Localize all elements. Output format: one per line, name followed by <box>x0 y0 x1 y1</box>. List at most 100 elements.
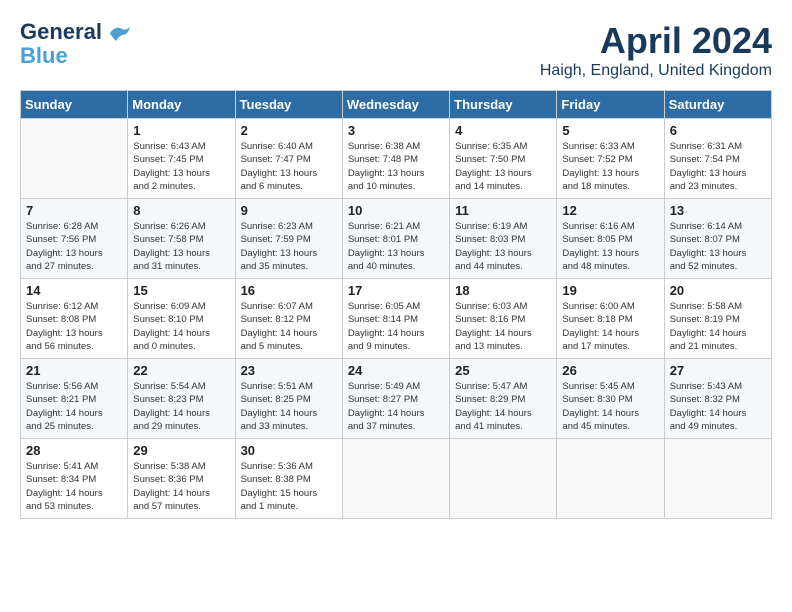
day-info: Sunrise: 5:43 AMSunset: 8:32 PMDaylight:… <box>670 380 766 433</box>
day-number: 5 <box>562 123 658 138</box>
day-number: 29 <box>133 443 229 458</box>
calendar-cell <box>21 119 128 199</box>
calendar-cell <box>342 439 449 519</box>
calendar-cell: 23 Sunrise: 5:51 AMSunset: 8:25 PMDayligh… <box>235 359 342 439</box>
calendar-cell: 1 Sunrise: 6:43 AMSunset: 7:45 PMDaylight… <box>128 119 235 199</box>
day-info: Sunrise: 6:28 AMSunset: 7:56 PMDaylight:… <box>26 220 122 273</box>
calendar-table: SundayMondayTuesdayWednesdayThursdayFrid… <box>20 90 772 519</box>
calendar-cell: 26 Sunrise: 5:45 AMSunset: 8:30 PMDayligh… <box>557 359 664 439</box>
calendar-cell: 13Sunrise: 6:14 AMSunset: 8:07 PMDayligh… <box>664 199 771 279</box>
calendar-cell: 7 Sunrise: 6:28 AMSunset: 7:56 PMDaylight… <box>21 199 128 279</box>
day-number: 18 <box>455 283 551 298</box>
day-info: Sunrise: 6:00 AMSunset: 8:18 PMDaylight:… <box>562 300 658 353</box>
day-number: 21 <box>26 363 122 378</box>
calendar-cell <box>450 439 557 519</box>
day-info: Sunrise: 6:12 AMSunset: 8:08 PMDaylight:… <box>26 300 122 353</box>
day-number: 15 <box>133 283 229 298</box>
day-number: 24 <box>348 363 444 378</box>
month-title: April 2024 <box>540 20 772 62</box>
day-info: Sunrise: 5:58 AMSunset: 8:19 PMDaylight:… <box>670 300 766 353</box>
calendar-cell: 11 Sunrise: 6:19 AMSunset: 8:03 PMDayligh… <box>450 199 557 279</box>
calendar-cell: 28Sunrise: 5:41 AMSunset: 8:34 PMDayligh… <box>21 439 128 519</box>
day-number: 9 <box>241 203 337 218</box>
day-number: 16 <box>241 283 337 298</box>
calendar-cell: 27 Sunrise: 5:43 AMSunset: 8:32 PMDayligh… <box>664 359 771 439</box>
day-info: Sunrise: 5:51 AMSunset: 8:25 PMDaylight:… <box>241 380 337 433</box>
day-info: Sunrise: 6:33 AMSunset: 7:52 PMDaylight:… <box>562 140 658 193</box>
calendar-cell: 21Sunrise: 5:56 AMSunset: 8:21 PMDayligh… <box>21 359 128 439</box>
calendar-week-row: 1 Sunrise: 6:43 AMSunset: 7:45 PMDaylight… <box>21 119 772 199</box>
day-info: Sunrise: 6:40 AMSunset: 7:47 PMDaylight:… <box>241 140 337 193</box>
title-area: April 2024 Haigh, England, United Kingdo… <box>540 20 772 80</box>
calendar-cell: 17Sunrise: 6:05 AMSunset: 8:14 PMDayligh… <box>342 279 449 359</box>
day-number: 2 <box>241 123 337 138</box>
calendar-cell: 6 Sunrise: 6:31 AMSunset: 7:54 PMDaylight… <box>664 119 771 199</box>
calendar-week-row: 7 Sunrise: 6:28 AMSunset: 7:56 PMDaylight… <box>21 199 772 279</box>
day-number: 11 <box>455 203 551 218</box>
day-number: 27 <box>670 363 766 378</box>
day-number: 8 <box>133 203 229 218</box>
calendar-cell: 10Sunrise: 6:21 AMSunset: 8:01 PMDayligh… <box>342 199 449 279</box>
day-info: Sunrise: 6:26 AMSunset: 7:58 PMDaylight:… <box>133 220 229 273</box>
day-number: 20 <box>670 283 766 298</box>
weekday-header-wednesday: Wednesday <box>342 91 449 119</box>
day-number: 26 <box>562 363 658 378</box>
day-number: 13 <box>670 203 766 218</box>
location: Haigh, England, United Kingdom <box>540 62 772 80</box>
calendar-cell: 3 Sunrise: 6:38 AMSunset: 7:48 PMDaylight… <box>342 119 449 199</box>
day-info: Sunrise: 6:38 AMSunset: 7:48 PMDaylight:… <box>348 140 444 193</box>
day-info: Sunrise: 6:23 AMSunset: 7:59 PMDaylight:… <box>241 220 337 273</box>
day-info: Sunrise: 5:49 AMSunset: 8:27 PMDaylight:… <box>348 380 444 433</box>
calendar-header-row: SundayMondayTuesdayWednesdayThursdayFrid… <box>21 91 772 119</box>
day-number: 22 <box>133 363 229 378</box>
calendar-cell: 20 Sunrise: 5:58 AMSunset: 8:19 PMDayligh… <box>664 279 771 359</box>
calendar-cell: 8 Sunrise: 6:26 AMSunset: 7:58 PMDaylight… <box>128 199 235 279</box>
weekday-header-saturday: Saturday <box>664 91 771 119</box>
logo-blue: Blue <box>20 44 68 68</box>
calendar-cell: 14 Sunrise: 6:12 AMSunset: 8:08 PMDayligh… <box>21 279 128 359</box>
day-number: 6 <box>670 123 766 138</box>
calendar-cell: 2 Sunrise: 6:40 AMSunset: 7:47 PMDaylight… <box>235 119 342 199</box>
calendar-week-row: 28Sunrise: 5:41 AMSunset: 8:34 PMDayligh… <box>21 439 772 519</box>
calendar-week-row: 14 Sunrise: 6:12 AMSunset: 8:08 PMDayligh… <box>21 279 772 359</box>
day-info: Sunrise: 5:38 AMSunset: 8:36 PMDaylight:… <box>133 460 229 513</box>
day-info: Sunrise: 6:07 AMSunset: 8:12 PMDaylight:… <box>241 300 337 353</box>
calendar-cell <box>664 439 771 519</box>
calendar-cell: 30 Sunrise: 5:36 AMSunset: 8:38 PMDayligh… <box>235 439 342 519</box>
calendar-cell: 19 Sunrise: 6:00 AMSunset: 8:18 PMDayligh… <box>557 279 664 359</box>
day-info: Sunrise: 6:09 AMSunset: 8:10 PMDaylight:… <box>133 300 229 353</box>
day-info: Sunrise: 6:43 AMSunset: 7:45 PMDaylight:… <box>133 140 229 193</box>
day-info: Sunrise: 6:31 AMSunset: 7:54 PMDaylight:… <box>670 140 766 193</box>
weekday-header-friday: Friday <box>557 91 664 119</box>
day-number: 23 <box>241 363 337 378</box>
weekday-header-tuesday: Tuesday <box>235 91 342 119</box>
calendar-cell: 12Sunrise: 6:16 AMSunset: 8:05 PMDayligh… <box>557 199 664 279</box>
day-info: Sunrise: 5:36 AMSunset: 8:38 PMDaylight:… <box>241 460 337 513</box>
calendar-cell <box>557 439 664 519</box>
day-info: Sunrise: 5:54 AMSunset: 8:23 PMDaylight:… <box>133 380 229 433</box>
calendar-cell: 25Sunrise: 5:47 AMSunset: 8:29 PMDayligh… <box>450 359 557 439</box>
day-number: 1 <box>133 123 229 138</box>
calendar-cell: 29 Sunrise: 5:38 AMSunset: 8:36 PMDayligh… <box>128 439 235 519</box>
day-number: 30 <box>241 443 337 458</box>
calendar-cell: 4Sunrise: 6:35 AMSunset: 7:50 PMDaylight… <box>450 119 557 199</box>
day-info: Sunrise: 5:47 AMSunset: 8:29 PMDaylight:… <box>455 380 551 433</box>
calendar-cell: 18Sunrise: 6:03 AMSunset: 8:16 PMDayligh… <box>450 279 557 359</box>
day-number: 14 <box>26 283 122 298</box>
calendar-cell: 16 Sunrise: 6:07 AMSunset: 8:12 PMDayligh… <box>235 279 342 359</box>
weekday-header-monday: Monday <box>128 91 235 119</box>
day-number: 28 <box>26 443 122 458</box>
day-number: 3 <box>348 123 444 138</box>
day-number: 7 <box>26 203 122 218</box>
day-info: Sunrise: 6:19 AMSunset: 8:03 PMDaylight:… <box>455 220 551 273</box>
logo: General Blue <box>20 20 130 68</box>
page-header: General Blue April 2024 Haigh, England, … <box>20 20 772 80</box>
logo-text: General <box>20 20 130 44</box>
day-info: Sunrise: 6:16 AMSunset: 8:05 PMDaylight:… <box>562 220 658 273</box>
day-info: Sunrise: 6:35 AMSunset: 7:50 PMDaylight:… <box>455 140 551 193</box>
calendar-cell: 15 Sunrise: 6:09 AMSunset: 8:10 PMDayligh… <box>128 279 235 359</box>
calendar-cell: 22 Sunrise: 5:54 AMSunset: 8:23 PMDayligh… <box>128 359 235 439</box>
weekday-header-thursday: Thursday <box>450 91 557 119</box>
day-info: Sunrise: 5:45 AMSunset: 8:30 PMDaylight:… <box>562 380 658 433</box>
day-number: 19 <box>562 283 658 298</box>
